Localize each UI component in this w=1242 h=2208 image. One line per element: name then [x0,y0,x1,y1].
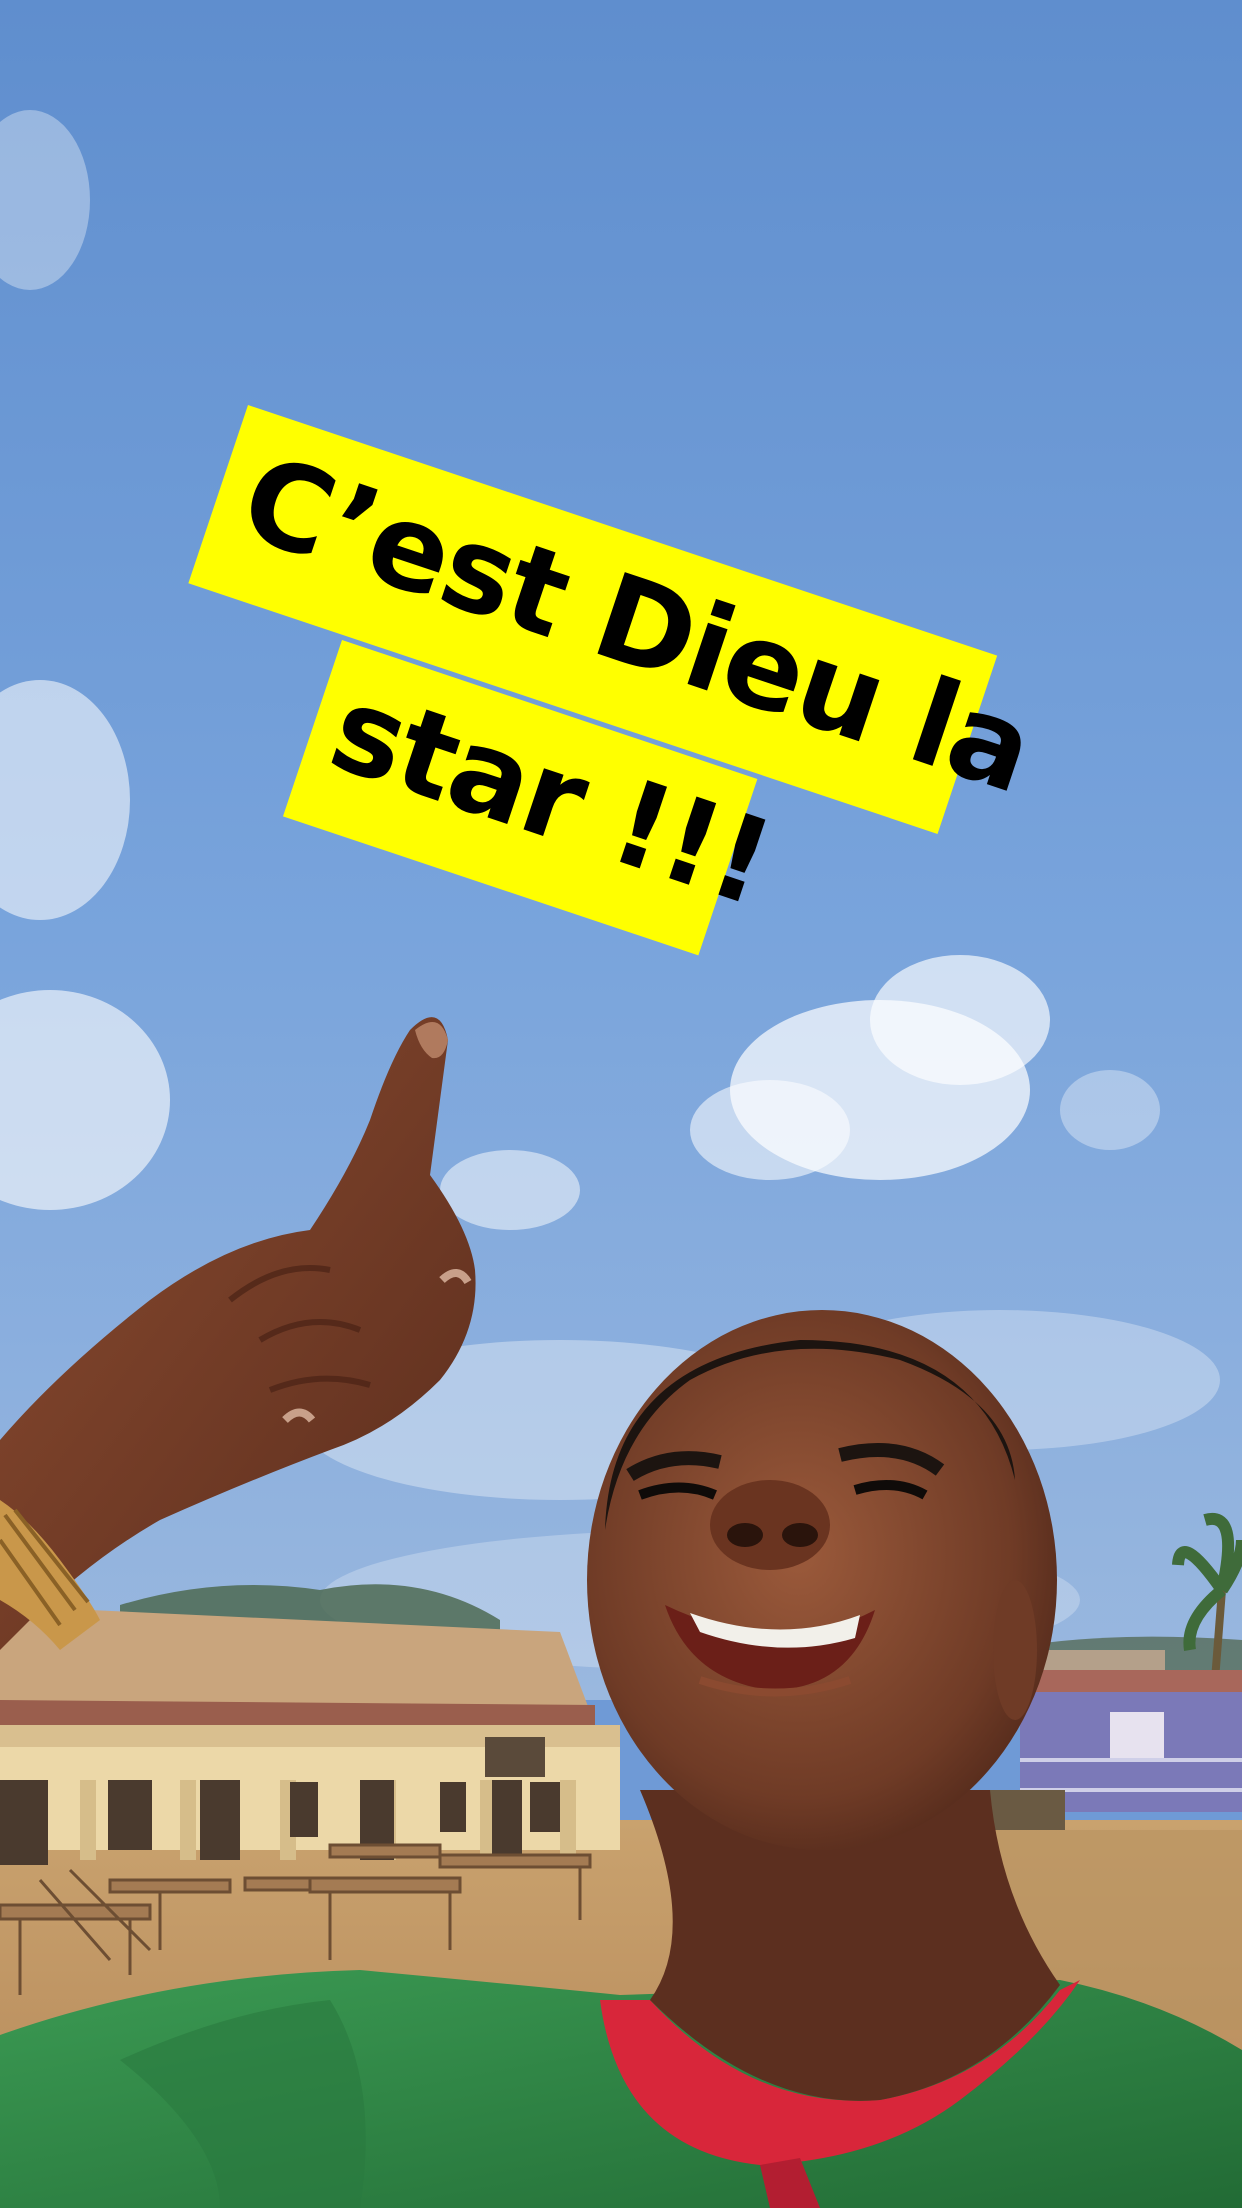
head [587,1310,1057,1850]
school-building [0,1610,620,1865]
photo-canvas: C’est Dieu la star !!! [0,0,1242,2208]
photo-scene [0,0,1242,2208]
